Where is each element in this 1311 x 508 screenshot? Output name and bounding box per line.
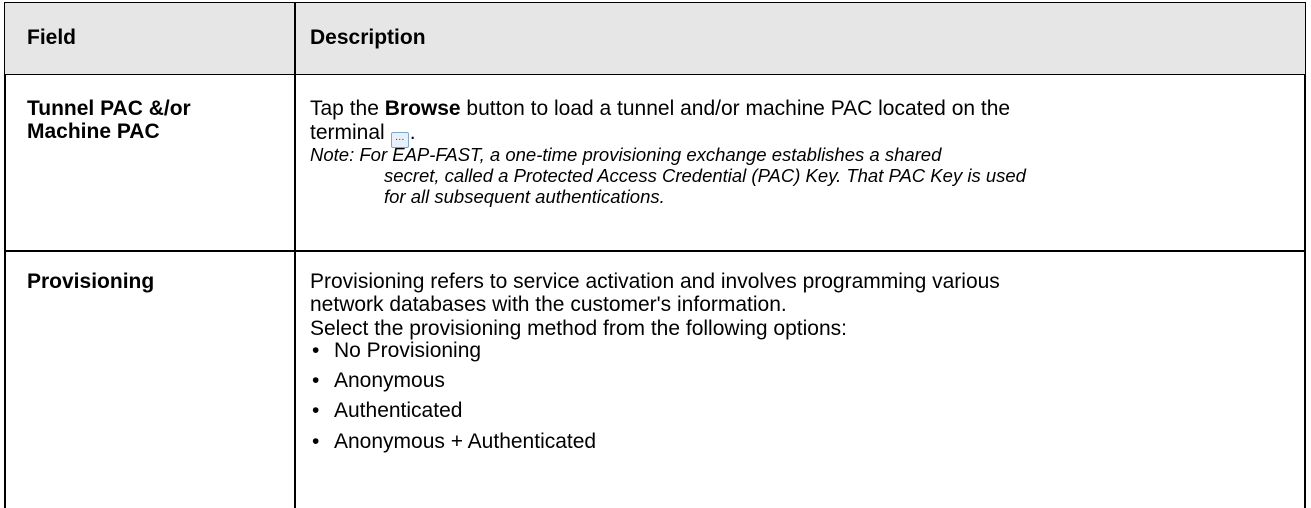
option-label: No Provisioning [334, 339, 482, 362]
row1-field-line2: Machine PAC [27, 120, 160, 143]
row1-desc-terminal: terminal [310, 121, 385, 144]
option-item: • No Provisioning [312, 339, 481, 362]
table-right-border [1304, 75, 1306, 508]
row1-desc-period: . [409, 121, 416, 144]
header-column-divider [294, 2, 296, 75]
note-line1: Note: For EAP-FAST, a one-time provision… [310, 144, 942, 165]
option-label: Authenticated [334, 399, 463, 422]
table-left-border [4, 75, 6, 508]
row2-desc-line1: Provisioning refers to service activatio… [310, 270, 1000, 293]
header-field: Field [27, 26, 77, 49]
row2-desc-line3: Select the provisioning method from the … [310, 317, 847, 340]
option-item: • Anonymous + Authenticated [312, 430, 596, 453]
table-header-row [4, 2, 1306, 75]
row2-field: Provisioning [27, 270, 155, 293]
option-label: Anonymous [334, 369, 445, 392]
bullet-icon: • [312, 399, 320, 422]
browse-label: Browse [384, 97, 461, 120]
header-description: Description [310, 26, 426, 49]
row1-desc-line1: Tap the Browse button to load a tunnel a… [310, 97, 1010, 120]
row2-desc-line2: network databases with the customer's in… [310, 293, 787, 316]
row1-field-line1: Tunnel PAC &/or [27, 97, 191, 120]
bullet-icon: • [312, 339, 320, 362]
bullet-icon: • [312, 369, 320, 392]
row1-desc-post: button to load a tunnel and/or machine P… [460, 97, 1011, 120]
note-line2: secret, called a Protected Access Creden… [384, 165, 1026, 186]
row1-desc-pre: Tap the [310, 97, 385, 120]
row-divider [4, 250, 1306, 252]
bullet-icon: • [312, 430, 320, 453]
option-item: • Anonymous [312, 369, 445, 392]
option-item: • Authenticated [312, 399, 462, 422]
field-description-table: Field Description Tunnel PAC &/or Machin… [0, 0, 1311, 508]
note-line3: for all subsequent authentications. [384, 186, 665, 207]
table-column-divider [294, 75, 296, 508]
option-label: Anonymous + Authenticated [334, 430, 597, 453]
